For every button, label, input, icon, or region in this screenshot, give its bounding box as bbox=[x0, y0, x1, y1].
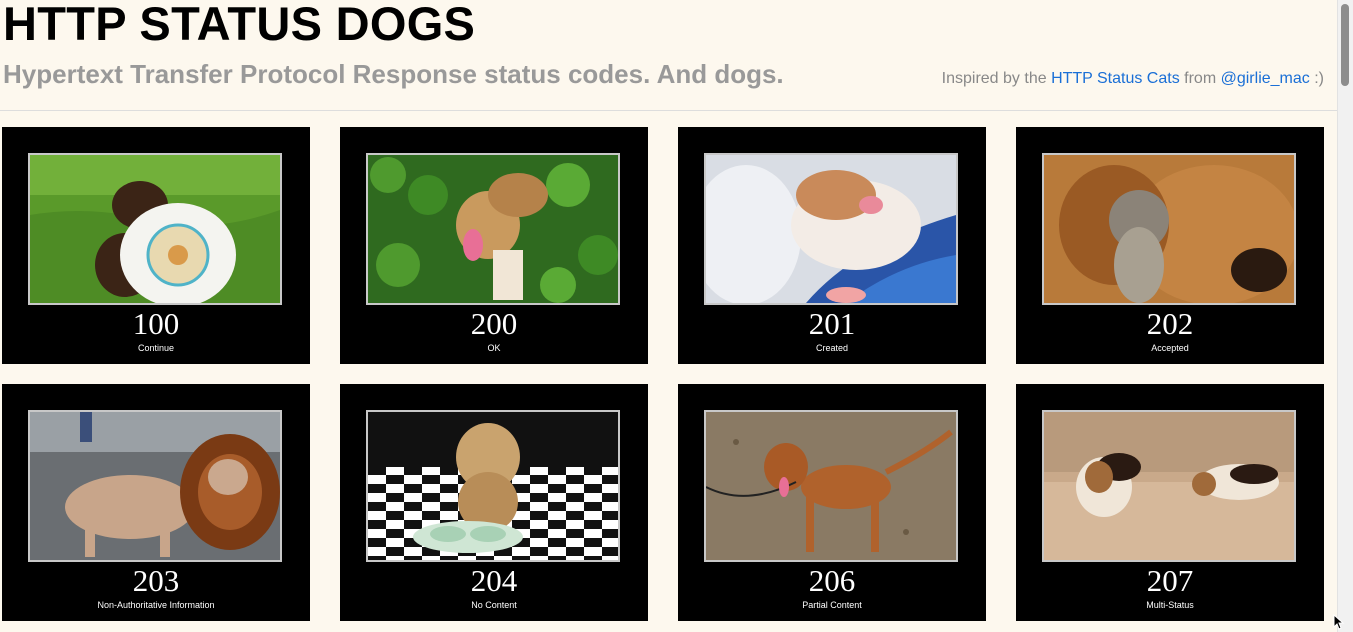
status-label: Created bbox=[815, 343, 849, 353]
credit-prefix: Inspired by the bbox=[941, 70, 1047, 87]
status-code: 200 bbox=[470, 306, 518, 341]
girlie-mac-link[interactable]: @girlie_mac bbox=[1221, 70, 1310, 87]
status-card-207[interactable]: 207 Multi-Status bbox=[1016, 384, 1324, 621]
dog-and-kitten-photo bbox=[1042, 153, 1296, 305]
status-code: 202 bbox=[1146, 306, 1194, 341]
status-card-206[interactable]: 206 Partial Content bbox=[678, 384, 986, 621]
page-subtitle: Hypertext Transfer Protocol Response sta… bbox=[3, 59, 784, 89]
status-code: 206 bbox=[808, 563, 856, 598]
status-label: No Content bbox=[471, 600, 517, 610]
mouse-cursor-icon bbox=[1333, 614, 1345, 630]
credit-suffix: :) bbox=[1314, 70, 1324, 87]
status-card-203[interactable]: 203 Non-Authoritative Information bbox=[2, 384, 310, 621]
status-card-204[interactable]: 204 No Content bbox=[340, 384, 648, 621]
three-legged-dog-photo bbox=[704, 410, 958, 562]
status-label: Continue bbox=[137, 343, 175, 353]
status-card-200[interactable]: 200 OK bbox=[340, 127, 648, 364]
dog-with-empty-bowl-photo bbox=[366, 410, 620, 562]
status-code: 207 bbox=[1146, 563, 1194, 598]
status-card-100[interactable]: 100 Continue bbox=[2, 127, 310, 364]
two-beagles-photo bbox=[1042, 410, 1296, 562]
dog-in-ivy-photo bbox=[366, 153, 620, 305]
status-code: 100 bbox=[132, 306, 180, 341]
status-label: Multi-Status bbox=[1146, 600, 1194, 610]
sleeping-puppy-photo bbox=[704, 153, 958, 305]
vertical-scrollbar[interactable] bbox=[1337, 0, 1353, 632]
status-label: OK bbox=[487, 343, 501, 353]
puppy-with-frisbee-photo bbox=[28, 153, 282, 305]
scrollbar-thumb[interactable] bbox=[1341, 4, 1349, 86]
status-card-202[interactable]: 202 Accepted bbox=[1016, 127, 1324, 364]
status-code: 203 bbox=[132, 563, 180, 598]
credit-middle: from bbox=[1184, 70, 1217, 87]
status-label: Non-Authoritative Information bbox=[97, 600, 215, 610]
credit-line: Inspired by the HTTP Status Cats from @g… bbox=[942, 70, 1324, 88]
http-status-cats-link[interactable]: HTTP Status Cats bbox=[1051, 70, 1180, 87]
dog-in-lion-costume-photo bbox=[28, 410, 282, 562]
status-card-201[interactable]: 201 Created bbox=[678, 127, 986, 364]
status-label: Partial Content bbox=[802, 600, 862, 610]
status-code: 201 bbox=[808, 306, 856, 341]
status-label: Accepted bbox=[1151, 343, 1189, 353]
status-code: 204 bbox=[470, 563, 518, 598]
page-title: HTTP STATUS DOGS bbox=[3, 0, 476, 50]
header-divider bbox=[0, 110, 1338, 111]
